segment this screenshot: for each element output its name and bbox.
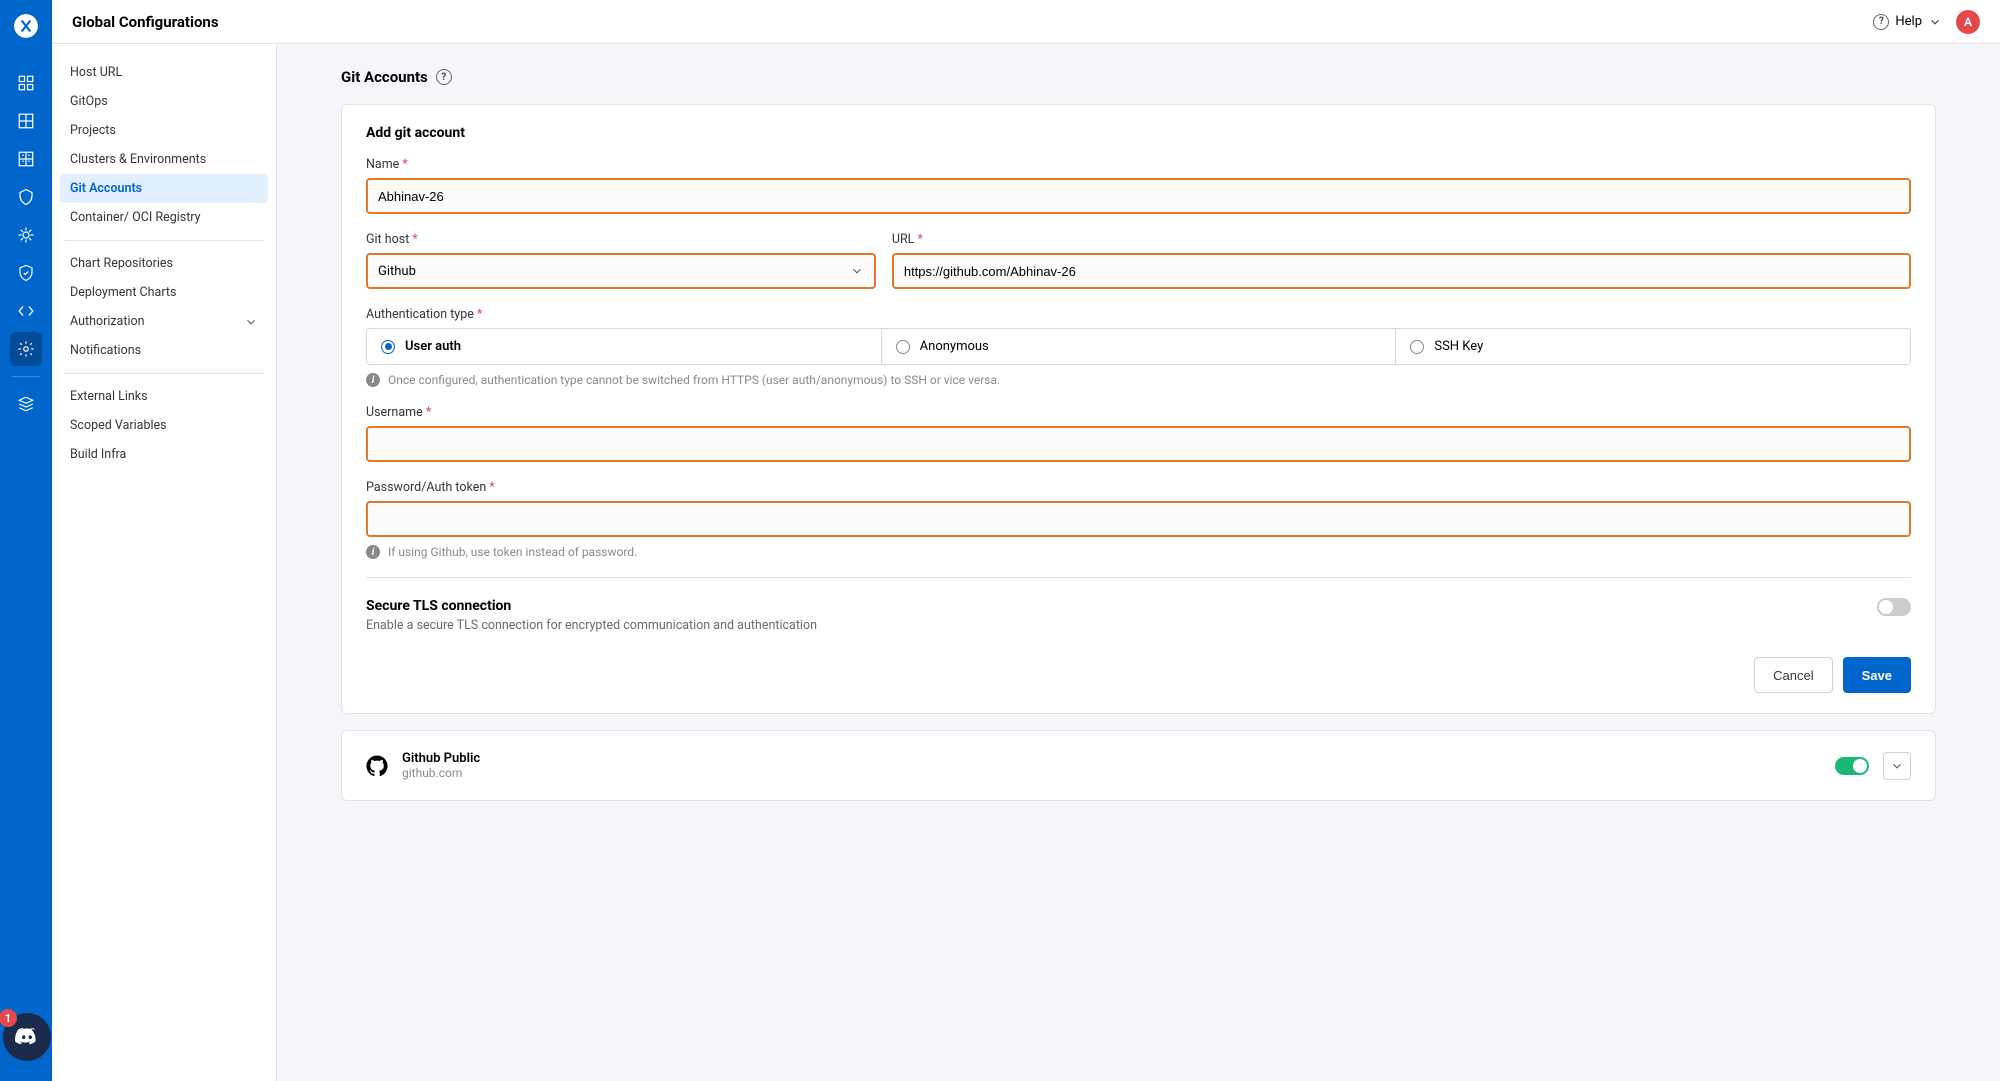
git-account-list-item[interactable]: Github Public github.com: [341, 730, 1936, 801]
radio-icon: [1410, 340, 1424, 354]
sidebar-item-projects[interactable]: Projects: [60, 116, 268, 145]
rail-helm-icon[interactable]: [10, 218, 42, 252]
list-item-enable-toggle[interactable]: [1835, 757, 1869, 775]
auth-type-radio-group: User auth Anonymous SSH Key: [366, 328, 1911, 365]
git-host-select[interactable]: Github: [366, 253, 876, 289]
name-input[interactable]: [366, 178, 1911, 214]
rail-code-icon[interactable]: [10, 294, 42, 328]
header-bar: Global Configurations ? Help A: [52, 0, 2000, 44]
name-label: Name *: [366, 157, 1911, 172]
help-label: Help: [1895, 14, 1922, 29]
list-item-host: github.com: [402, 766, 1821, 780]
radio-icon: [896, 340, 910, 354]
chevron-down-icon: [850, 264, 864, 278]
sidebar-item-build-infra[interactable]: Build Infra: [60, 440, 268, 469]
rail-chart-store-icon[interactable]: [10, 180, 42, 214]
add-git-account-card: Add git account Name * Git host * Github: [341, 104, 1936, 714]
info-icon: i: [366, 373, 380, 387]
tls-title: Secure TLS connection: [366, 598, 817, 614]
sidebar-item-label: Build Infra: [70, 447, 126, 462]
chevron-down-icon: [244, 315, 258, 329]
app-logo-icon[interactable]: [12, 12, 40, 40]
page-title: Git Accounts: [341, 68, 428, 86]
chevron-down-icon: [1928, 15, 1942, 29]
username-input[interactable]: [366, 426, 1911, 462]
url-label: URL *: [892, 232, 1911, 247]
rail-stack-icon[interactable]: [10, 387, 42, 421]
rail-resource-browser-icon[interactable]: [10, 142, 42, 176]
rail-security-icon[interactable]: [10, 256, 42, 290]
user-avatar[interactable]: A: [1956, 10, 1980, 34]
help-icon: ?: [1873, 14, 1889, 30]
auth-info-text: Once configured, authentication type can…: [388, 373, 1000, 387]
list-item-name: Github Public: [402, 751, 1821, 766]
tls-toggle[interactable]: [1877, 598, 1911, 616]
sidebar-item-git-accounts[interactable]: Git Accounts: [60, 174, 268, 203]
form-heading: Add git account: [366, 125, 1911, 141]
sidebar-item-external-links[interactable]: External Links: [60, 382, 268, 411]
sidebar-item-label: Scoped Variables: [70, 418, 167, 433]
password-info-text: If using Github, use token instead of pa…: [388, 545, 637, 559]
sidebar-item-clusters-environments[interactable]: Clusters & Environments: [60, 145, 268, 174]
sidebar-item-label: Notifications: [70, 343, 141, 358]
radio-label: User auth: [405, 339, 461, 354]
list-item-expand-button[interactable]: [1883, 752, 1911, 780]
git-host-value: Github: [378, 264, 416, 279]
sidebar-item-chart-repositories[interactable]: Chart Repositories: [60, 249, 268, 278]
url-input[interactable]: [892, 253, 1911, 289]
sidebar-item-label: GitOps: [70, 94, 108, 109]
sidebar-item-notifications[interactable]: Notifications: [60, 336, 268, 365]
main-panel: Git Accounts ? Add git account Name * Gi…: [277, 44, 2000, 1081]
sidebar-item-label: Git Accounts: [70, 181, 142, 196]
settings-sidebar: Host URL GitOps Projects Clusters & Envi…: [52, 44, 277, 1081]
chevron-down-icon: [1890, 759, 1904, 773]
sidebar-item-label: Authorization: [70, 314, 145, 329]
git-host-label: Git host *: [366, 232, 876, 247]
auth-type-ssh-key[interactable]: SSH Key: [1396, 329, 1910, 364]
discord-button[interactable]: 1: [1, 1013, 51, 1061]
sidebar-item-label: Clusters & Environments: [70, 152, 206, 167]
radio-label: Anonymous: [920, 339, 989, 354]
sidebar-item-gitops[interactable]: GitOps: [60, 87, 268, 116]
rail-global-config-icon[interactable]: [10, 332, 42, 366]
sidebar-item-label: External Links: [70, 389, 148, 404]
cancel-button[interactable]: Cancel: [1754, 657, 1832, 693]
info-icon: i: [366, 545, 380, 559]
password-input[interactable]: [366, 501, 1911, 537]
rail-applications-icon[interactable]: [10, 66, 42, 100]
radio-label: SSH Key: [1434, 339, 1483, 354]
sidebar-item-label: Deployment Charts: [70, 285, 176, 300]
sidebar-item-scoped-variables[interactable]: Scoped Variables: [60, 411, 268, 440]
password-label: Password/Auth token *: [366, 480, 1911, 495]
auth-info: i Once configured, authentication type c…: [366, 373, 1911, 387]
header-title: Global Configurations: [72, 13, 219, 31]
sidebar-item-host-url[interactable]: Host URL: [60, 58, 268, 87]
sidebar-item-authorization[interactable]: Authorization: [60, 307, 268, 336]
auth-type-anonymous[interactable]: Anonymous: [882, 329, 1397, 364]
save-button[interactable]: Save: [1843, 657, 1911, 693]
help-menu[interactable]: ? Help: [1873, 14, 1942, 30]
sidebar-item-label: Host URL: [70, 65, 122, 80]
github-icon: [366, 755, 388, 777]
password-info: i If using Github, use token instead of …: [366, 545, 1911, 559]
sidebar-item-container-registry[interactable]: Container/ OCI Registry: [60, 203, 268, 232]
auth-type-label: Authentication type *: [366, 307, 1911, 322]
left-rail: 1: [0, 0, 52, 1081]
page-help-icon[interactable]: ?: [436, 69, 452, 85]
radio-icon: [381, 340, 395, 354]
sidebar-item-label: Projects: [70, 123, 116, 138]
username-label: Username *: [366, 405, 1911, 420]
sidebar-item-label: Container/ OCI Registry: [70, 210, 201, 225]
auth-type-user-auth[interactable]: User auth: [367, 329, 882, 364]
discord-icon: [14, 1024, 40, 1050]
sidebar-item-deployment-charts[interactable]: Deployment Charts: [60, 278, 268, 307]
sidebar-item-label: Chart Repositories: [70, 256, 173, 271]
rail-app-groups-icon[interactable]: [10, 104, 42, 138]
tls-subtitle: Enable a secure TLS connection for encry…: [366, 618, 817, 633]
